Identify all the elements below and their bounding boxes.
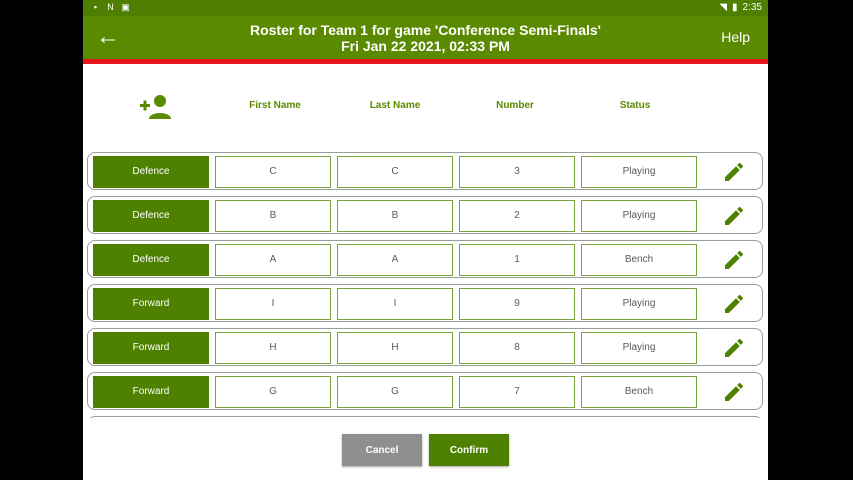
table-row: Forward I I 9 Playing [87, 284, 763, 322]
first-name-field[interactable]: I [215, 288, 331, 320]
download-icon: ▣ [121, 2, 130, 12]
page-subtitle-datetime: Fri Jan 22 2021, 02:33 PM [341, 38, 510, 54]
column-header-status: Status [619, 100, 651, 111]
roster-list[interactable]: Defence C C 3 Playing Defence B B 2 Play… [83, 150, 768, 418]
status-field[interactable]: Playing [581, 288, 697, 320]
status-field[interactable]: Playing [581, 200, 697, 232]
number-field[interactable]: 9 [459, 288, 575, 320]
first-name-field[interactable]: G [215, 376, 331, 408]
number-field[interactable]: 8 [459, 332, 575, 364]
table-row: Forward G G 7 Bench [87, 372, 763, 410]
status-field[interactable]: Playing [581, 156, 697, 188]
last-name-field[interactable]: B [337, 200, 453, 232]
back-arrow-icon[interactable]: ← [95, 24, 121, 50]
position-button[interactable]: Defence [93, 200, 209, 232]
edit-pencil-icon[interactable] [722, 248, 746, 272]
wifi-icon: ◥ [719, 2, 728, 13]
first-name-field[interactable]: B [215, 200, 331, 232]
column-header-last-name: Last Name [369, 100, 421, 111]
help-button[interactable]: Help [721, 29, 750, 45]
position-button[interactable]: Forward [93, 376, 209, 408]
table-row: Defence C C 3 Playing [87, 152, 763, 190]
first-name-field[interactable]: C [215, 156, 331, 188]
first-name-field[interactable]: A [215, 244, 331, 276]
table-row: Defence B B 2 Playing [87, 196, 763, 234]
cancel-button[interactable]: Cancel [342, 434, 422, 466]
sd-card-icon: ▪ [93, 2, 98, 12]
last-name-field[interactable]: G [337, 376, 453, 408]
roster-header: First Name Last Name Number Status [83, 64, 768, 150]
position-button[interactable]: Forward [93, 332, 209, 364]
column-header-first-name: First Name [249, 100, 301, 111]
table-row [87, 416, 763, 418]
n-icon: N [107, 2, 114, 12]
position-button[interactable]: Forward [93, 288, 209, 320]
position-button[interactable]: Defence [93, 156, 209, 188]
table-row: Forward H H 8 Playing [87, 328, 763, 366]
first-name-field[interactable]: H [215, 332, 331, 364]
edit-pencil-icon[interactable] [722, 204, 746, 228]
page-title: Roster for Team 1 for game 'Conference S… [249, 22, 602, 38]
number-field[interactable]: 1 [459, 244, 575, 276]
number-field[interactable]: 2 [459, 200, 575, 232]
last-name-field[interactable]: I [337, 288, 453, 320]
status-field[interactable]: Bench [581, 244, 697, 276]
edit-pencil-icon[interactable] [722, 160, 746, 184]
status-time: 2:35 [742, 2, 762, 13]
column-header-number: Number [496, 100, 534, 111]
status-bar: ▪ N ▣ ◥ ▮ 2:35 [83, 0, 768, 16]
position-button[interactable]: Defence [93, 244, 209, 276]
last-name-field[interactable]: A [337, 244, 453, 276]
number-field[interactable]: 3 [459, 156, 575, 188]
edit-pencil-icon[interactable] [722, 380, 746, 404]
add-player-icon[interactable] [139, 94, 173, 120]
confirm-button[interactable]: Confirm [429, 434, 509, 466]
edit-pencil-icon[interactable] [722, 336, 746, 360]
footer-actions: Cancel Confirm [83, 420, 768, 480]
number-field[interactable]: 7 [459, 376, 575, 408]
battery-icon: ▮ [732, 2, 738, 13]
app-screen: ▪ N ▣ ◥ ▮ 2:35 ← Roster for Team 1 for g… [83, 0, 768, 480]
status-field[interactable]: Bench [581, 376, 697, 408]
last-name-field[interactable]: H [337, 332, 453, 364]
app-bar: ← Roster for Team 1 for game 'Conference… [83, 16, 768, 59]
table-row: Defence A A 1 Bench [87, 240, 763, 278]
edit-pencil-icon[interactable] [722, 292, 746, 316]
status-field[interactable]: Playing [581, 332, 697, 364]
last-name-field[interactable]: C [337, 156, 453, 188]
